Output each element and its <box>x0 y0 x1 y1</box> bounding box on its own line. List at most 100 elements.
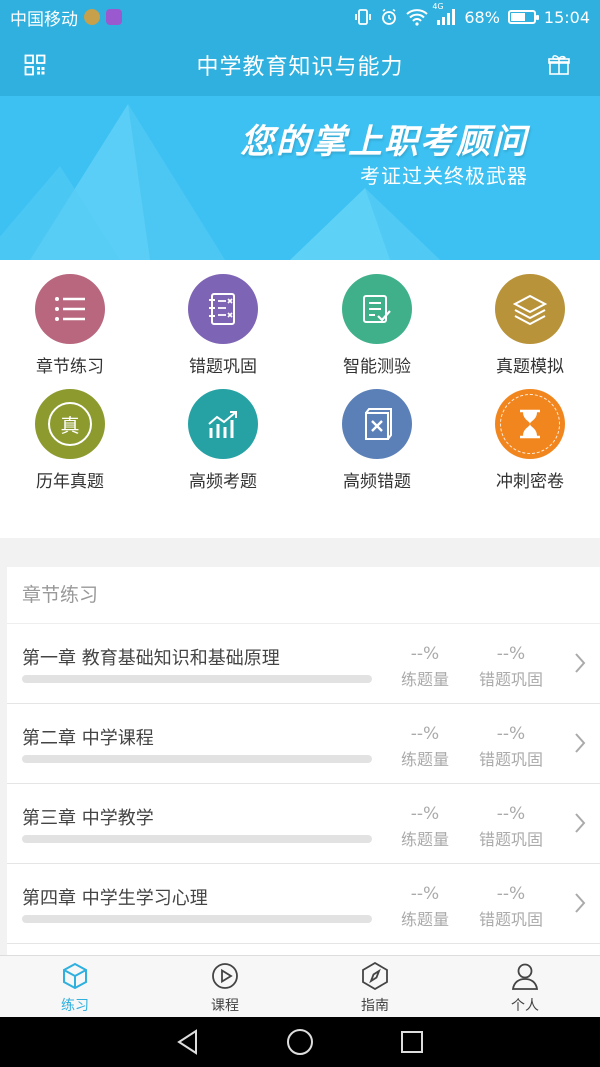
tab-guide[interactable]: 指南 <box>300 956 450 1017</box>
feature-frequent-wrong[interactable]: 高频错题 <box>307 389 447 492</box>
tab-label: 个人 <box>511 998 539 1014</box>
app-header: 中学教育知识与能力 <box>0 34 600 96</box>
practice-label: 练题量 <box>400 670 449 689</box>
zhen-glyph: 真 <box>48 402 92 446</box>
tab-label: 指南 <box>361 998 389 1014</box>
banner-title: 您的掌上职考顾问 <box>240 122 528 162</box>
chapter-name: 第四章 中学生学习心理 <box>22 888 208 909</box>
chevron-right-icon <box>574 652 586 678</box>
chapter-row[interactable]: 第一章 教育基础知识和基础原理 --% 练题量 --% 错题巩固 <box>7 624 600 704</box>
gift-icon[interactable] <box>546 52 572 78</box>
wrong-book-icon <box>342 389 412 459</box>
bottom-tab-bar: 练习 课程 指南 个人 <box>0 955 600 1017</box>
practice-label: 练题量 <box>400 910 449 929</box>
chevron-right-icon <box>574 732 586 758</box>
practice-label: 练题量 <box>400 750 449 769</box>
carrier-label: 中国移动 <box>10 9 78 30</box>
wrong-value: --% <box>496 804 526 824</box>
alarm-icon <box>380 8 398 26</box>
wrong-label: 错题巩固 <box>478 910 543 929</box>
feature-chapter-practice[interactable]: 章节练习 <box>0 274 140 377</box>
feature-label: 冲刺密卷 <box>496 472 564 492</box>
feature-label: 智能测验 <box>343 357 411 377</box>
practice-stat: --% 练题量 <box>392 644 458 690</box>
person-icon <box>511 963 539 990</box>
clock: 15:04 <box>543 7 590 27</box>
home-icon[interactable] <box>286 1028 314 1056</box>
battery-icon <box>507 10 539 24</box>
hourglass-icon <box>495 389 565 459</box>
wrong-label: 错题巩固 <box>478 670 543 689</box>
gallery-notification-icon <box>106 9 122 25</box>
list-icon <box>35 274 105 344</box>
tab-practice[interactable]: 练习 <box>0 956 150 1017</box>
promo-banner[interactable]: 您的掌上职考顾问 考证过关终极武器 <box>0 96 600 260</box>
battery-percent: 68% <box>464 7 500 27</box>
grid-menu-icon[interactable] <box>22 52 48 78</box>
network-type-label: 4G <box>432 2 444 11</box>
practice-label: 练题量 <box>400 830 449 849</box>
feature-grid: 章节练习 错题巩固 智能测验 真题模拟 真 历年真题 高频考题 高频错题 冲刺密… <box>0 260 600 538</box>
recents-icon[interactable] <box>398 1028 426 1056</box>
wrong-stat: --% 错题巩固 <box>469 884 553 930</box>
wrong-stat: --% 错题巩固 <box>469 644 553 690</box>
vibrate-icon <box>354 8 372 26</box>
feature-smart-test[interactable]: 智能测验 <box>307 274 447 377</box>
practice-stat: --% 练题量 <box>392 724 458 770</box>
checklist-icon <box>342 274 412 344</box>
chapter-progress-bar <box>22 835 372 843</box>
wrong-value: --% <box>496 644 526 664</box>
page-title: 中学教育知识与能力 <box>196 55 404 80</box>
app-notification-icon <box>84 9 100 25</box>
feature-past-exams[interactable]: 真 历年真题 <box>0 389 140 492</box>
wrong-value: --% <box>496 884 526 904</box>
wrong-stat: --% 错题巩固 <box>469 724 553 770</box>
tab-course[interactable]: 课程 <box>150 956 300 1017</box>
cube-icon <box>63 962 87 990</box>
feature-label: 错题巩固 <box>189 357 257 377</box>
practice-stat: --% 练题量 <box>392 884 458 930</box>
feature-wrong-review[interactable]: 错题巩固 <box>153 274 293 377</box>
tab-label: 课程 <box>211 998 239 1014</box>
chapter-name: 第二章 中学课程 <box>22 728 154 749</box>
feature-exam-simulation[interactable]: 真题模拟 <box>460 274 600 377</box>
tab-profile[interactable]: 个人 <box>450 956 600 1017</box>
wrong-value: --% <box>496 724 526 744</box>
practice-value: --% <box>410 804 440 824</box>
signal-icon: 4G <box>432 2 456 26</box>
back-icon[interactable] <box>174 1028 202 1056</box>
practice-value: --% <box>410 644 440 664</box>
system-nav-bar <box>0 1017 600 1067</box>
chapter-name: 第一章 教育基础知识和基础原理 <box>22 648 280 669</box>
chapter-progress-bar <box>22 675 372 683</box>
chevron-right-icon <box>574 812 586 838</box>
feature-sprint-papers[interactable]: 冲刺密卷 <box>460 389 600 492</box>
feature-label: 历年真题 <box>36 472 104 492</box>
play-icon <box>212 963 238 989</box>
section-title: 章节练习 <box>7 567 600 624</box>
feature-label: 真题模拟 <box>496 357 564 377</box>
zhen-badge-icon: 真 <box>35 389 105 459</box>
tab-label: 练习 <box>61 998 89 1014</box>
chapter-practice-section: 章节练习 第一章 教育基础知识和基础原理 --% 练题量 --% 错题巩固 第二… <box>7 567 600 955</box>
practice-value: --% <box>410 884 440 904</box>
chapter-row[interactable]: 第四章 中学生学习心理 --% 练题量 --% 错题巩固 <box>7 864 600 944</box>
status-bar: 中国移动 4G 68% 15:04 <box>0 0 600 34</box>
chapter-row[interactable]: 第三章 中学教学 --% 练题量 --% 错题巩固 <box>7 784 600 864</box>
chapter-row[interactable]: 第二章 中学课程 --% 练题量 --% 错题巩固 <box>7 704 600 784</box>
wrong-label: 错题巩固 <box>478 830 543 849</box>
layers-icon <box>495 274 565 344</box>
wifi-icon <box>406 8 428 26</box>
trend-chart-icon <box>188 389 258 459</box>
chevron-right-icon <box>574 892 586 918</box>
feature-frequent-questions[interactable]: 高频考题 <box>153 389 293 492</box>
banner-subtitle: 考证过关终极武器 <box>360 164 528 188</box>
feature-label: 章节练习 <box>36 357 104 377</box>
wrong-label: 错题巩固 <box>478 750 543 769</box>
notebook-icon <box>188 274 258 344</box>
practice-value: --% <box>410 724 440 744</box>
practice-stat: --% 练题量 <box>392 804 458 850</box>
feature-label: 高频错题 <box>343 472 411 492</box>
wrong-stat: --% 错题巩固 <box>469 804 553 850</box>
chapter-name: 第三章 中学教学 <box>22 808 154 829</box>
